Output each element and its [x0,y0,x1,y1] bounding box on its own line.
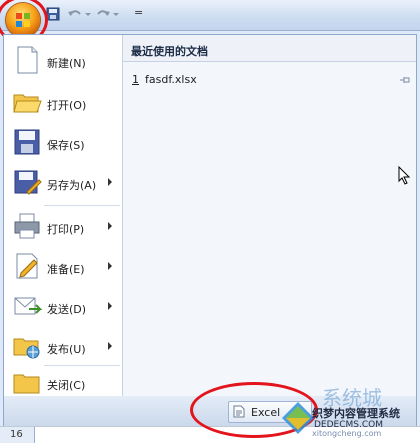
submenu-arrow-icon [108,342,112,350]
menu-item-save[interactable]: 保存(S) [4,123,122,163]
send-icon [14,297,42,315]
prepare-icon [16,253,38,279]
watermark-url: xitongcheng.com [312,429,382,438]
mouse-cursor-icon [398,166,411,185]
menu-item-prepare[interactable]: 准备(E) [4,247,122,287]
close-folder-icon [13,374,40,394]
quick-access-toolbar: = [0,0,420,31]
menu-item-label: 保存(S) [47,139,85,152]
redo-dropdown-icon[interactable] [112,6,120,22]
menu-item-new[interactable]: 新建(N) [4,41,122,81]
watermark-title: 织梦内容管理系统 [312,407,400,420]
row-header[interactable]: 16 [0,427,35,443]
save-as-icon [14,170,42,195]
recent-item-number: 1 [132,73,139,86]
menu-item-label: 发送(D) [47,303,87,316]
menu-item-label: 打印(P) [47,223,85,236]
menu-item-save-as[interactable]: 另存为(A) [4,163,122,203]
pin-icon[interactable] [399,75,411,85]
office-menu: 新建(N) 打开(O) 保存(S) 另存为(A) 打印(P) 准备(E) 发送(… [3,34,417,398]
undo-icon[interactable] [66,6,84,22]
redo-icon[interactable] [94,6,112,22]
open-folder-icon [13,94,42,113]
menu-item-send[interactable]: 发送(D) [4,287,122,327]
save-icon [14,129,40,155]
command-list: 新建(N) 打开(O) 保存(S) 另存为(A) 打印(P) 准备(E) 发送(… [4,35,123,397]
menu-item-label: 另存为(A) [47,179,97,192]
menu-item-label: 打开(O) [47,99,87,112]
save-icon[interactable] [46,6,60,22]
recent-documents-title: 最近使用的文档 [131,45,208,58]
menu-item-label: 新建(N) [47,57,86,70]
menu-item-publish[interactable]: 发布(U) [4,327,122,367]
recent-document-item[interactable]: 1 fasdf.xlsx [123,71,416,91]
publish-icon [13,338,40,359]
new-document-icon [17,46,38,74]
recent-documents-panel: 最近使用的文档 1 fasdf.xlsx [123,35,416,397]
submenu-arrow-icon [108,262,112,270]
recent-item-filename: fasdf.xlsx [145,73,197,86]
undo-dropdown-icon[interactable] [84,6,92,22]
menu-item-print[interactable]: 打印(P) [4,207,122,247]
printer-icon [14,213,40,239]
menu-separator [44,205,120,206]
menu-item-label: 关闭(C) [47,379,86,392]
menu-item-label: 准备(E) [47,263,85,276]
menu-item-open[interactable]: 打开(O) [4,83,122,123]
recent-documents-header: 最近使用的文档 [123,35,416,62]
submenu-arrow-icon [108,178,112,186]
submenu-arrow-icon [108,222,112,230]
row-number: 16 [10,429,23,440]
qat-separator[interactable]: = [134,6,143,19]
submenu-arrow-icon [108,302,112,310]
menu-item-label: 发布(U) [47,343,86,356]
